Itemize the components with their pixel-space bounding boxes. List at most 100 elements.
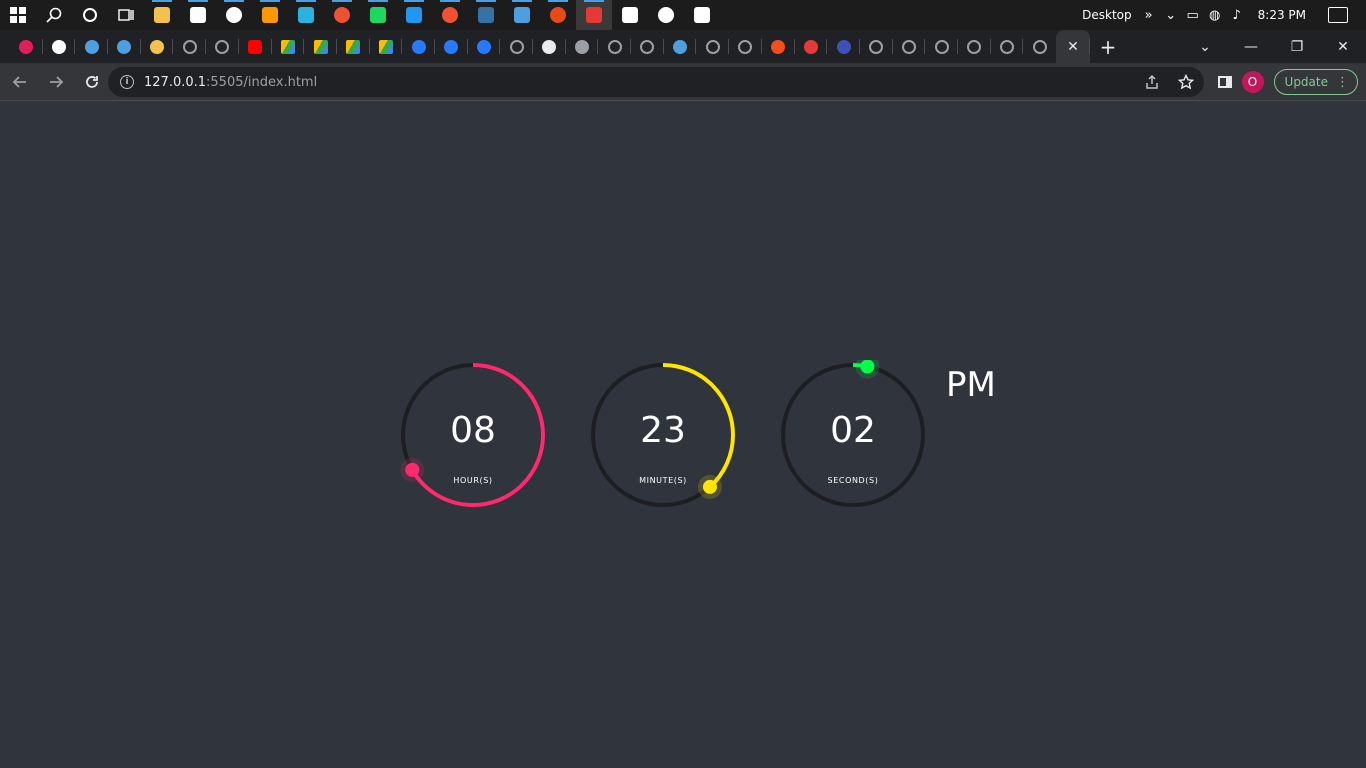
- task-view-taskbar-button[interactable]: [108, 0, 144, 30]
- file-explorer-taskbar-button[interactable]: [144, 0, 180, 30]
- store-taskbar-button[interactable]: [180, 0, 216, 30]
- close-window-button[interactable]: ✕: [1320, 39, 1366, 55]
- browser-tab[interactable]: [958, 30, 991, 63]
- browser-taskbar-button[interactable]: [504, 0, 540, 30]
- chrome-taskbar-button[interactable]: [576, 0, 612, 30]
- browser-tab[interactable]: [206, 30, 239, 63]
- target-icon: [117, 39, 132, 54]
- browser-tab[interactable]: [566, 30, 599, 63]
- browser-tab[interactable]: [762, 30, 795, 63]
- browser-tab[interactable]: [43, 30, 76, 63]
- browser-tab[interactable]: [141, 30, 174, 63]
- edge-icon: [298, 7, 314, 23]
- share-icon[interactable]: [1144, 74, 1160, 90]
- show-hidden-icons-icon[interactable]: ⌄: [1160, 8, 1182, 23]
- browser-tab[interactable]: [991, 30, 1024, 63]
- browser-tab[interactable]: [239, 30, 272, 63]
- taskbar-clock[interactable]: 8:23 PM: [1258, 8, 1306, 22]
- browser-tab[interactable]: [468, 30, 501, 63]
- browser-tab[interactable]: [795, 30, 828, 63]
- network-globe-icon[interactable]: ◍: [1204, 8, 1226, 23]
- new-tab-button[interactable]: +: [1090, 30, 1126, 63]
- history-icon: [542, 39, 557, 54]
- forward-button[interactable]: [40, 66, 72, 98]
- browser-tab[interactable]: [402, 30, 435, 63]
- wb-icon: [150, 39, 165, 54]
- minimize-button[interactable]: —: [1228, 39, 1274, 55]
- spotify-taskbar-button[interactable]: [360, 0, 396, 30]
- bookmark-star-icon[interactable]: [1178, 74, 1194, 90]
- close-tab-icon[interactable]: ✕: [1067, 39, 1079, 55]
- more-menu-icon[interactable]: ⋮: [1336, 75, 1349, 90]
- update-button[interactable]: Update ⋮: [1273, 69, 1358, 95]
- volume-icon[interactable]: ♪: [1226, 8, 1248, 23]
- git-kraken-icon: [442, 7, 458, 23]
- minutes-value: 23: [640, 410, 686, 451]
- seconds-label: SECOND(S): [827, 476, 879, 485]
- browser-tab[interactable]: [533, 30, 566, 63]
- browser-tab[interactable]: [370, 30, 403, 63]
- browser-tab[interactable]: [304, 30, 337, 63]
- github-icon: [52, 39, 67, 54]
- browser-tab[interactable]: [108, 30, 141, 63]
- cortana-icon: [82, 7, 98, 23]
- browser-tab[interactable]: [598, 30, 631, 63]
- mail-taskbar-button[interactable]: [216, 0, 252, 30]
- cortana-taskbar-button[interactable]: [72, 0, 108, 30]
- reload-button[interactable]: [76, 66, 108, 98]
- browser-tab[interactable]: [631, 30, 664, 63]
- sublime-text-taskbar-button[interactable]: [252, 0, 288, 30]
- back-button[interactable]: [4, 66, 36, 98]
- address-bar[interactable]: i 127.0.0.1:5505/index.html: [108, 67, 1204, 97]
- browser-tab[interactable]: [827, 30, 860, 63]
- browser-tab[interactable]: [1023, 30, 1056, 63]
- side-panel-icon[interactable]: [1217, 76, 1232, 88]
- browser-tab[interactable]: [337, 30, 370, 63]
- edge-taskbar-button[interactable]: [288, 0, 324, 30]
- browser-tab[interactable]: [75, 30, 108, 63]
- windows-start-taskbar-button[interactable]: [0, 0, 36, 30]
- mockup-taskbar-button[interactable]: [540, 0, 576, 30]
- tab-search-icon[interactable]: ⌄: [1182, 39, 1228, 55]
- active-tab[interactable]: ✕: [1056, 30, 1090, 63]
- minutes-dial: 23 MINUTE(S): [588, 360, 738, 510]
- browser-tab[interactable]: [173, 30, 206, 63]
- site-info-icon[interactable]: i: [120, 75, 134, 89]
- sublime-text-icon: [262, 7, 278, 23]
- toolbar-overflow-icon[interactable]: »: [1138, 8, 1160, 23]
- browser-tab[interactable]: [729, 30, 762, 63]
- git-icon: [334, 7, 350, 23]
- browser-tab[interactable]: [893, 30, 926, 63]
- search-taskbar-button[interactable]: [36, 0, 72, 30]
- desktop-toolbar-label[interactable]: Desktop: [1082, 8, 1132, 22]
- seconds-dial: 02 SECOND(S): [778, 360, 928, 510]
- target-taskbar-button[interactable]: [612, 0, 648, 30]
- battery-icon[interactable]: ▭: [1182, 8, 1204, 23]
- browser-tab[interactable]: [272, 30, 305, 63]
- browser-tab[interactable]: [925, 30, 958, 63]
- settings-taskbar-button[interactable]: [648, 0, 684, 30]
- chrome-icon: [586, 7, 602, 23]
- browser-tab[interactable]: [696, 30, 729, 63]
- git-taskbar-button[interactable]: [324, 0, 360, 30]
- browser-tab[interactable]: [435, 30, 468, 63]
- globe-icon: [934, 39, 949, 54]
- profile-avatar[interactable]: O: [1241, 71, 1264, 93]
- hours-label: HOUR(S): [453, 476, 493, 485]
- usb-taskbar-button[interactable]: [684, 0, 720, 30]
- globe-icon: [215, 39, 230, 54]
- git-kraken-taskbar-button[interactable]: [432, 0, 468, 30]
- vscode-icon: [406, 7, 422, 23]
- store-icon: [190, 7, 206, 23]
- browser-tab[interactable]: [500, 30, 533, 63]
- browser-tab[interactable]: [664, 30, 697, 63]
- target-icon: [84, 39, 99, 54]
- browser-tab[interactable]: [860, 30, 893, 63]
- vscode-taskbar-button[interactable]: [396, 0, 432, 30]
- browser-toolbar: i 127.0.0.1:5505/index.html O Update ⋮: [0, 63, 1366, 101]
- browser-tab[interactable]: [10, 30, 43, 63]
- restore-button[interactable]: ❐: [1274, 39, 1320, 55]
- python-taskbar-button[interactable]: [468, 0, 504, 30]
- system-tray: Desktop » ⌄ ▭ ◍ ♪ 8:23 PM: [1082, 0, 1366, 30]
- notification-center-icon[interactable]: [1328, 7, 1348, 23]
